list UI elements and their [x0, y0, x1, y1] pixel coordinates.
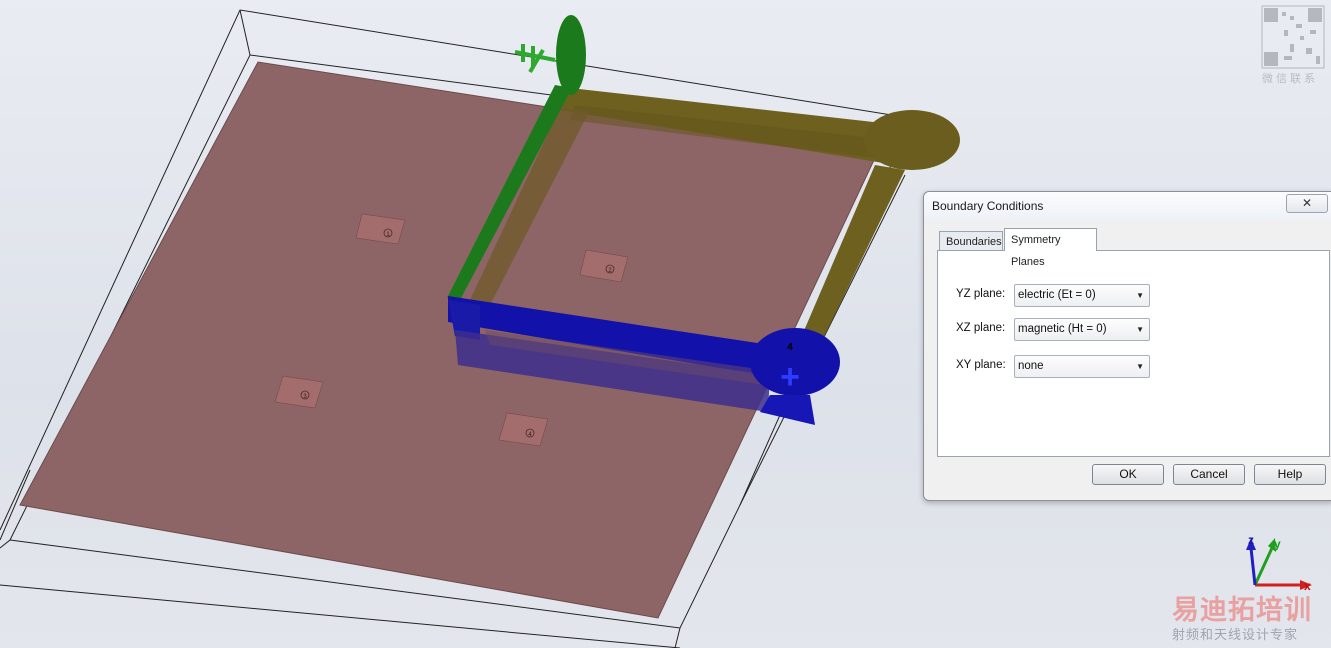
port-number-label: 4	[787, 342, 793, 353]
watermark-tagline: 射频和天线设计专家	[1172, 627, 1299, 642]
yz-plane-value: electric (Et = 0)	[1018, 289, 1096, 301]
close-button[interactable]: ✕	[1286, 194, 1328, 213]
dropdown-arrow-icon: ▼	[1136, 325, 1144, 334]
close-icon: ✕	[1301, 196, 1313, 210]
tab-boundaries[interactable]: Boundaries	[939, 231, 1003, 251]
axis-y-label: y	[1274, 537, 1281, 551]
cancel-button[interactable]: Cancel	[1173, 464, 1245, 485]
axis-triad: x y z	[1246, 533, 1312, 593]
help-button[interactable]: Help	[1254, 464, 1326, 485]
patch-4: 4	[498, 412, 549, 447]
ok-button[interactable]: OK	[1092, 464, 1164, 485]
xy-plane-select[interactable]: none ▼	[1014, 355, 1150, 378]
xz-plane-label: XZ plane:	[956, 322, 1006, 334]
dropdown-arrow-icon: ▼	[1136, 362, 1144, 371]
substrate-plane	[19, 61, 876, 619]
dropdown-arrow-icon: ▼	[1136, 291, 1144, 300]
xz-plane-value: magnetic (Ht = 0)	[1018, 323, 1107, 335]
dialog-titlebar[interactable]: Boundary Conditions ✕	[924, 192, 1331, 220]
yz-plane-select[interactable]: electric (Et = 0) ▼	[1014, 284, 1150, 307]
axis-z-label: z	[1248, 533, 1254, 547]
xy-plane-label: XY plane:	[956, 359, 1006, 371]
port-marker: +	[780, 358, 800, 396]
yz-plane-label: YZ plane:	[956, 288, 1006, 300]
patch-3: 3	[274, 375, 324, 409]
qr-code-watermark	[1261, 5, 1325, 69]
dialog-title: Boundary Conditions	[932, 199, 1044, 213]
symmetry-planes-panel: YZ plane: electric (Et = 0) ▼ XZ plane: …	[937, 250, 1330, 457]
watermark-brand: 易迪拓培训	[1172, 595, 1312, 625]
boundary-conditions-dialog: Boundary Conditions ✕ Boundaries Symmetr…	[923, 191, 1331, 501]
qr-caption: 微信联系	[1262, 73, 1318, 85]
xz-plane-select[interactable]: magnetic (Ht = 0) ▼	[1014, 318, 1150, 341]
xy-plane-value: none	[1018, 360, 1044, 372]
tab-symmetry-planes[interactable]: Symmetry Planes	[1004, 228, 1097, 268]
